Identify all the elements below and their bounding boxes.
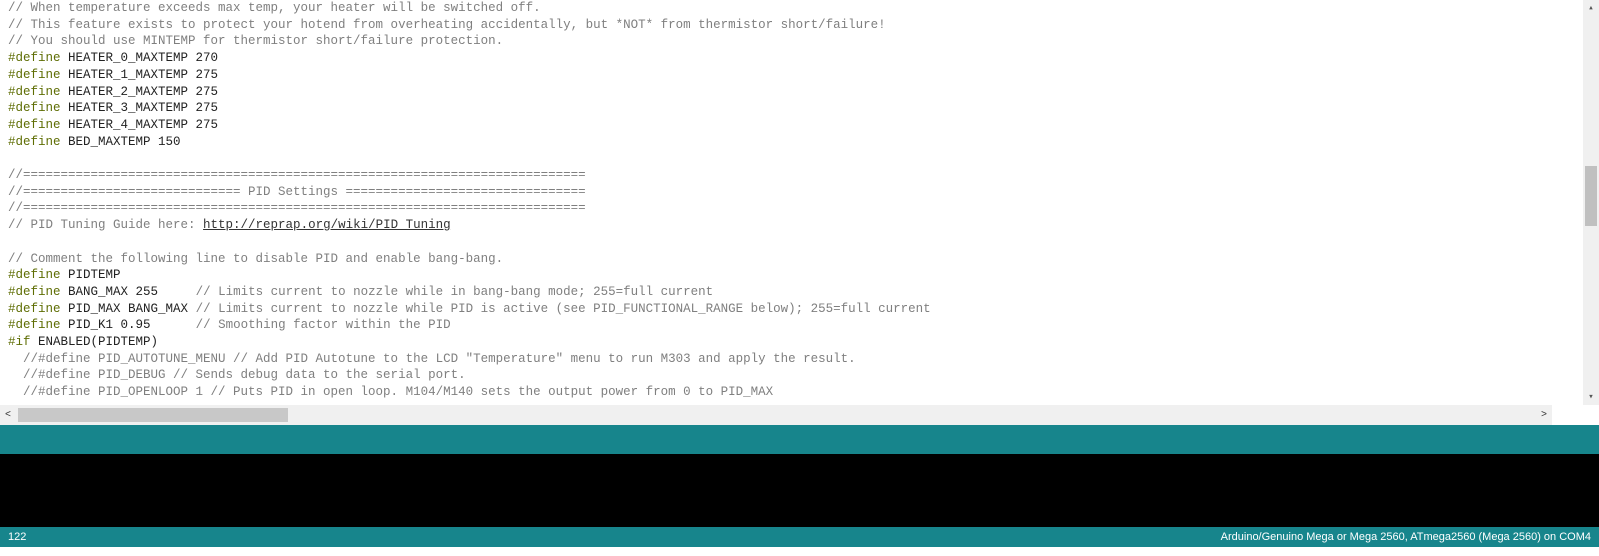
- define-value: HEATER_2_MAXTEMP 275: [68, 85, 218, 99]
- code-comment: //#define PID_AUTOTUNE_MENU // Add PID A…: [8, 352, 856, 366]
- code-comment: // Smoothing factor within the PID: [196, 318, 451, 332]
- vertical-scroll-track[interactable]: [1583, 16, 1599, 389]
- code-comment: //#define PID_OPENLOOP 1 // Puts PID in …: [8, 385, 773, 399]
- define-value: PID_MAX BANG_MAX: [68, 302, 196, 316]
- define-keyword: #define: [8, 51, 61, 65]
- define-keyword: #define: [8, 135, 61, 149]
- define-value: PIDTEMP: [68, 268, 121, 282]
- separator-line: //======================================…: [8, 168, 586, 182]
- vertical-scroll-thumb[interactable]: [1585, 166, 1597, 226]
- code-editor[interactable]: // When temperature exceeds max temp, yo…: [0, 0, 1552, 405]
- scroll-right-button[interactable]: >: [1536, 405, 1552, 425]
- horizontal-scrollbar[interactable]: < >: [0, 405, 1552, 425]
- define-keyword: #define: [8, 118, 61, 132]
- define-value: HEATER_4_MAXTEMP 275: [68, 118, 218, 132]
- vertical-scrollbar[interactable]: ▴ ▾: [1583, 0, 1599, 405]
- define-keyword: #define: [8, 68, 61, 82]
- message-bar: [0, 425, 1599, 454]
- define-keyword: #define: [8, 101, 61, 115]
- code-comment: // Limits current to nozzle while PID is…: [196, 302, 931, 316]
- define-keyword: #define: [8, 85, 61, 99]
- horizontal-scroll-thumb[interactable]: [18, 408, 288, 422]
- console-output[interactable]: [0, 454, 1599, 527]
- define-value: PID_K1 0.95: [68, 318, 196, 332]
- hashif-keyword: #if: [8, 335, 31, 349]
- code-comment: // Limits current to nozzle while in ban…: [196, 285, 714, 299]
- scroll-left-button[interactable]: <: [0, 405, 16, 425]
- status-bar: 122 Arduino/Genuino Mega or Mega 2560, A…: [0, 527, 1599, 547]
- define-value: BANG_MAX 255: [68, 285, 196, 299]
- define-keyword: #define: [8, 285, 61, 299]
- define-value: HEATER_0_MAXTEMP 270: [68, 51, 218, 65]
- code-comment: // Comment the following line to disable…: [8, 252, 503, 266]
- code-comment: //#define PID_DEBUG // Sends debug data …: [8, 368, 466, 382]
- code-comment: // This feature exists to protect your h…: [8, 18, 886, 32]
- separator-line: //======================================…: [8, 201, 586, 215]
- define-value: HEATER_1_MAXTEMP 275: [68, 68, 218, 82]
- status-line-number: 122: [8, 531, 26, 543]
- separator-line: //============================= PID Sett…: [8, 185, 586, 199]
- code-comment: // PID Tuning Guide here:: [8, 218, 203, 232]
- define-keyword: #define: [8, 302, 61, 316]
- code-comment: // When temperature exceeds max temp, yo…: [8, 1, 541, 15]
- pid-tuning-link[interactable]: http://reprap.org/wiki/PID_Tuning: [203, 218, 451, 232]
- define-keyword: #define: [8, 268, 61, 282]
- editor-pane: // When temperature exceeds max temp, yo…: [0, 0, 1599, 425]
- define-keyword: #define: [8, 318, 61, 332]
- hashif-condition: ENABLED(PIDTEMP): [31, 335, 159, 349]
- define-value: HEATER_3_MAXTEMP 275: [68, 101, 218, 115]
- scroll-down-button[interactable]: ▾: [1583, 389, 1599, 405]
- code-comment: // You should use MINTEMP for thermistor…: [8, 34, 503, 48]
- status-board-info: Arduino/Genuino Mega or Mega 2560, ATmeg…: [1221, 531, 1591, 543]
- define-value: BED_MAXTEMP 150: [68, 135, 181, 149]
- scroll-up-button[interactable]: ▴: [1583, 0, 1599, 16]
